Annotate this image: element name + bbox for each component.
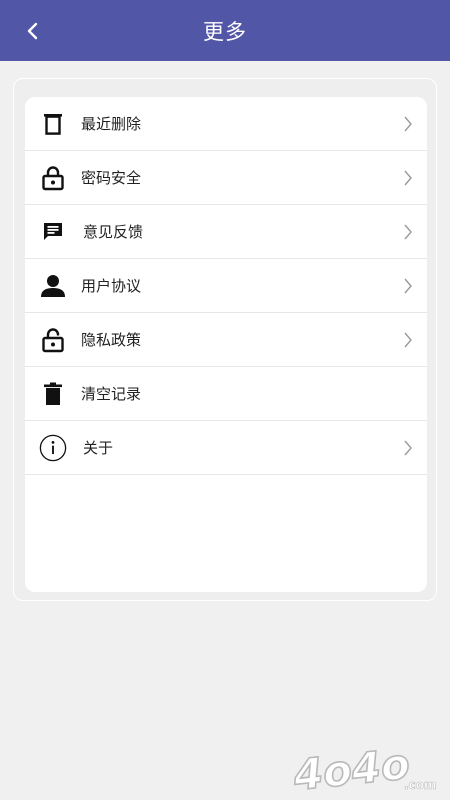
chevron-right-icon bbox=[404, 332, 412, 348]
page-title: 更多 bbox=[203, 20, 247, 44]
chevron-right-icon bbox=[404, 224, 412, 240]
user-icon bbox=[39, 272, 67, 300]
menu-item-recent-delete[interactable]: 最近删除 bbox=[25, 97, 427, 151]
trash-filled-icon bbox=[39, 380, 67, 408]
watermark-suffix: .com bbox=[404, 778, 436, 792]
menu-item-label: 意见反馈 bbox=[83, 223, 144, 241]
menu-item-label: 清空记录 bbox=[81, 385, 142, 403]
menu-item-privacy-policy[interactable]: 隐私政策 bbox=[25, 313, 427, 367]
menu-item-feedback[interactable]: 意见反馈 bbox=[25, 205, 427, 259]
chevron-right-icon bbox=[404, 170, 412, 186]
menu-container: 最近删除 密码安全 意见反馈 用户协议 隐私政策 清空记录 关于 bbox=[13, 78, 437, 601]
info-icon bbox=[39, 434, 67, 462]
menu-item-label: 关于 bbox=[83, 439, 114, 457]
message-icon bbox=[39, 218, 67, 246]
lock-open-icon bbox=[39, 326, 67, 354]
chevron-right-icon bbox=[404, 116, 412, 132]
menu-item-password-security[interactable]: 密码安全 bbox=[25, 151, 427, 205]
menu-item-label: 用户协议 bbox=[81, 277, 142, 295]
menu-item-clear-records[interactable]: 清空记录 bbox=[25, 367, 427, 421]
menu-item-about[interactable]: 关于 bbox=[25, 421, 427, 475]
menu-item-label: 隐私政策 bbox=[81, 331, 142, 349]
lock-icon bbox=[39, 164, 67, 192]
chevron-right-icon bbox=[404, 440, 412, 456]
menu-list: 最近删除 密码安全 意见反馈 用户协议 隐私政策 清空记录 关于 bbox=[25, 97, 427, 475]
menu-item-label: 密码安全 bbox=[81, 169, 142, 187]
app-header: 更多 bbox=[0, 0, 450, 61]
menu-item-user-agreement[interactable]: 用户协议 bbox=[25, 259, 427, 313]
trash-outline-icon bbox=[39, 110, 67, 138]
watermark-text: 4o4o bbox=[292, 743, 412, 795]
menu-item-label: 最近删除 bbox=[81, 115, 142, 133]
site-watermark: 4o4o .com bbox=[292, 743, 437, 795]
chevron-right-icon bbox=[404, 278, 412, 294]
menu-card: 最近删除 密码安全 意见反馈 用户协议 隐私政策 清空记录 关于 bbox=[25, 97, 427, 592]
